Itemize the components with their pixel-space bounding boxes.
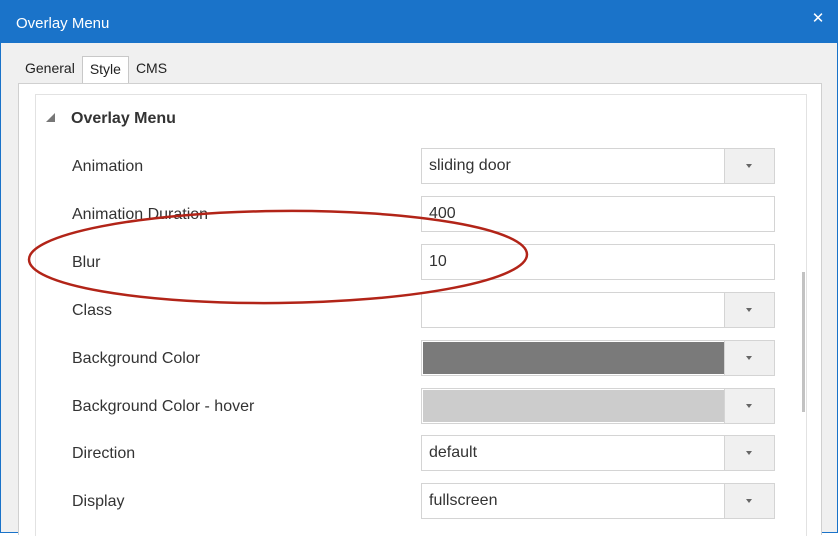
blur-value: 10	[429, 253, 447, 270]
chevron-down-icon	[746, 451, 752, 455]
window-title: Overlay Menu	[16, 15, 110, 32]
row-label-display: Display	[72, 493, 125, 510]
chevron-down-icon	[746, 499, 752, 503]
direction-dropdown-button[interactable]	[724, 436, 774, 470]
animation-dropdown-button[interactable]	[724, 149, 774, 183]
class-dropdown-button[interactable]	[724, 293, 774, 327]
background-color-hover-dropdown-button[interactable]	[724, 389, 774, 423]
chevron-down-icon	[746, 164, 752, 168]
background-color-hover-swatch[interactable]	[423, 390, 725, 422]
collapse-triangle-icon[interactable]	[46, 113, 55, 122]
class-dropdown[interactable]	[421, 292, 775, 328]
row-label-direction: Direction	[72, 445, 136, 462]
chevron-down-icon	[746, 404, 752, 408]
animation-duration-input[interactable]: 400	[421, 196, 775, 232]
vertical-scrollbar[interactable]	[802, 272, 805, 412]
tab-general[interactable]: General	[18, 56, 82, 84]
row-label-blur: Blur	[72, 254, 101, 271]
row-label-animation: Animation	[72, 158, 144, 175]
animation-dropdown[interactable]: sliding door	[421, 148, 775, 184]
row-label-class: Class	[72, 302, 113, 319]
background-color-swatch[interactable]	[423, 342, 725, 374]
row-label-background-color-hover: Background Color - hover	[72, 398, 255, 415]
title-bar: Overlay Menu ✕	[1, 1, 837, 43]
display-dropdown-button[interactable]	[724, 484, 774, 518]
chevron-down-icon	[746, 356, 752, 360]
tab-style[interactable]: Style	[81, 56, 129, 86]
animation-value: sliding door	[429, 157, 511, 174]
tab-cms[interactable]: CMS	[129, 56, 174, 84]
background-color-picker[interactable]	[421, 340, 775, 376]
group-title: Overlay Menu	[71, 110, 176, 127]
direction-dropdown[interactable]: default	[421, 435, 775, 471]
row-label-background-color: Background Color	[72, 350, 201, 367]
tab-strip: General Style CMS	[18, 56, 174, 86]
chevron-down-icon	[746, 308, 752, 312]
row-label-animation-duration: Animation Duration	[72, 206, 209, 223]
blur-input[interactable]: 10	[421, 244, 775, 280]
direction-value: default	[429, 444, 478, 461]
close-icon[interactable]: ✕	[807, 7, 829, 29]
display-value: fullscreen	[429, 492, 498, 509]
animation-duration-value: 400	[429, 205, 456, 222]
background-color-dropdown-button[interactable]	[724, 341, 774, 375]
background-color-hover-picker[interactable]	[421, 388, 775, 424]
dialog-window: Overlay Menu ✕ General Style CMS Overlay…	[0, 0, 838, 536]
display-dropdown[interactable]: fullscreen	[421, 483, 775, 519]
